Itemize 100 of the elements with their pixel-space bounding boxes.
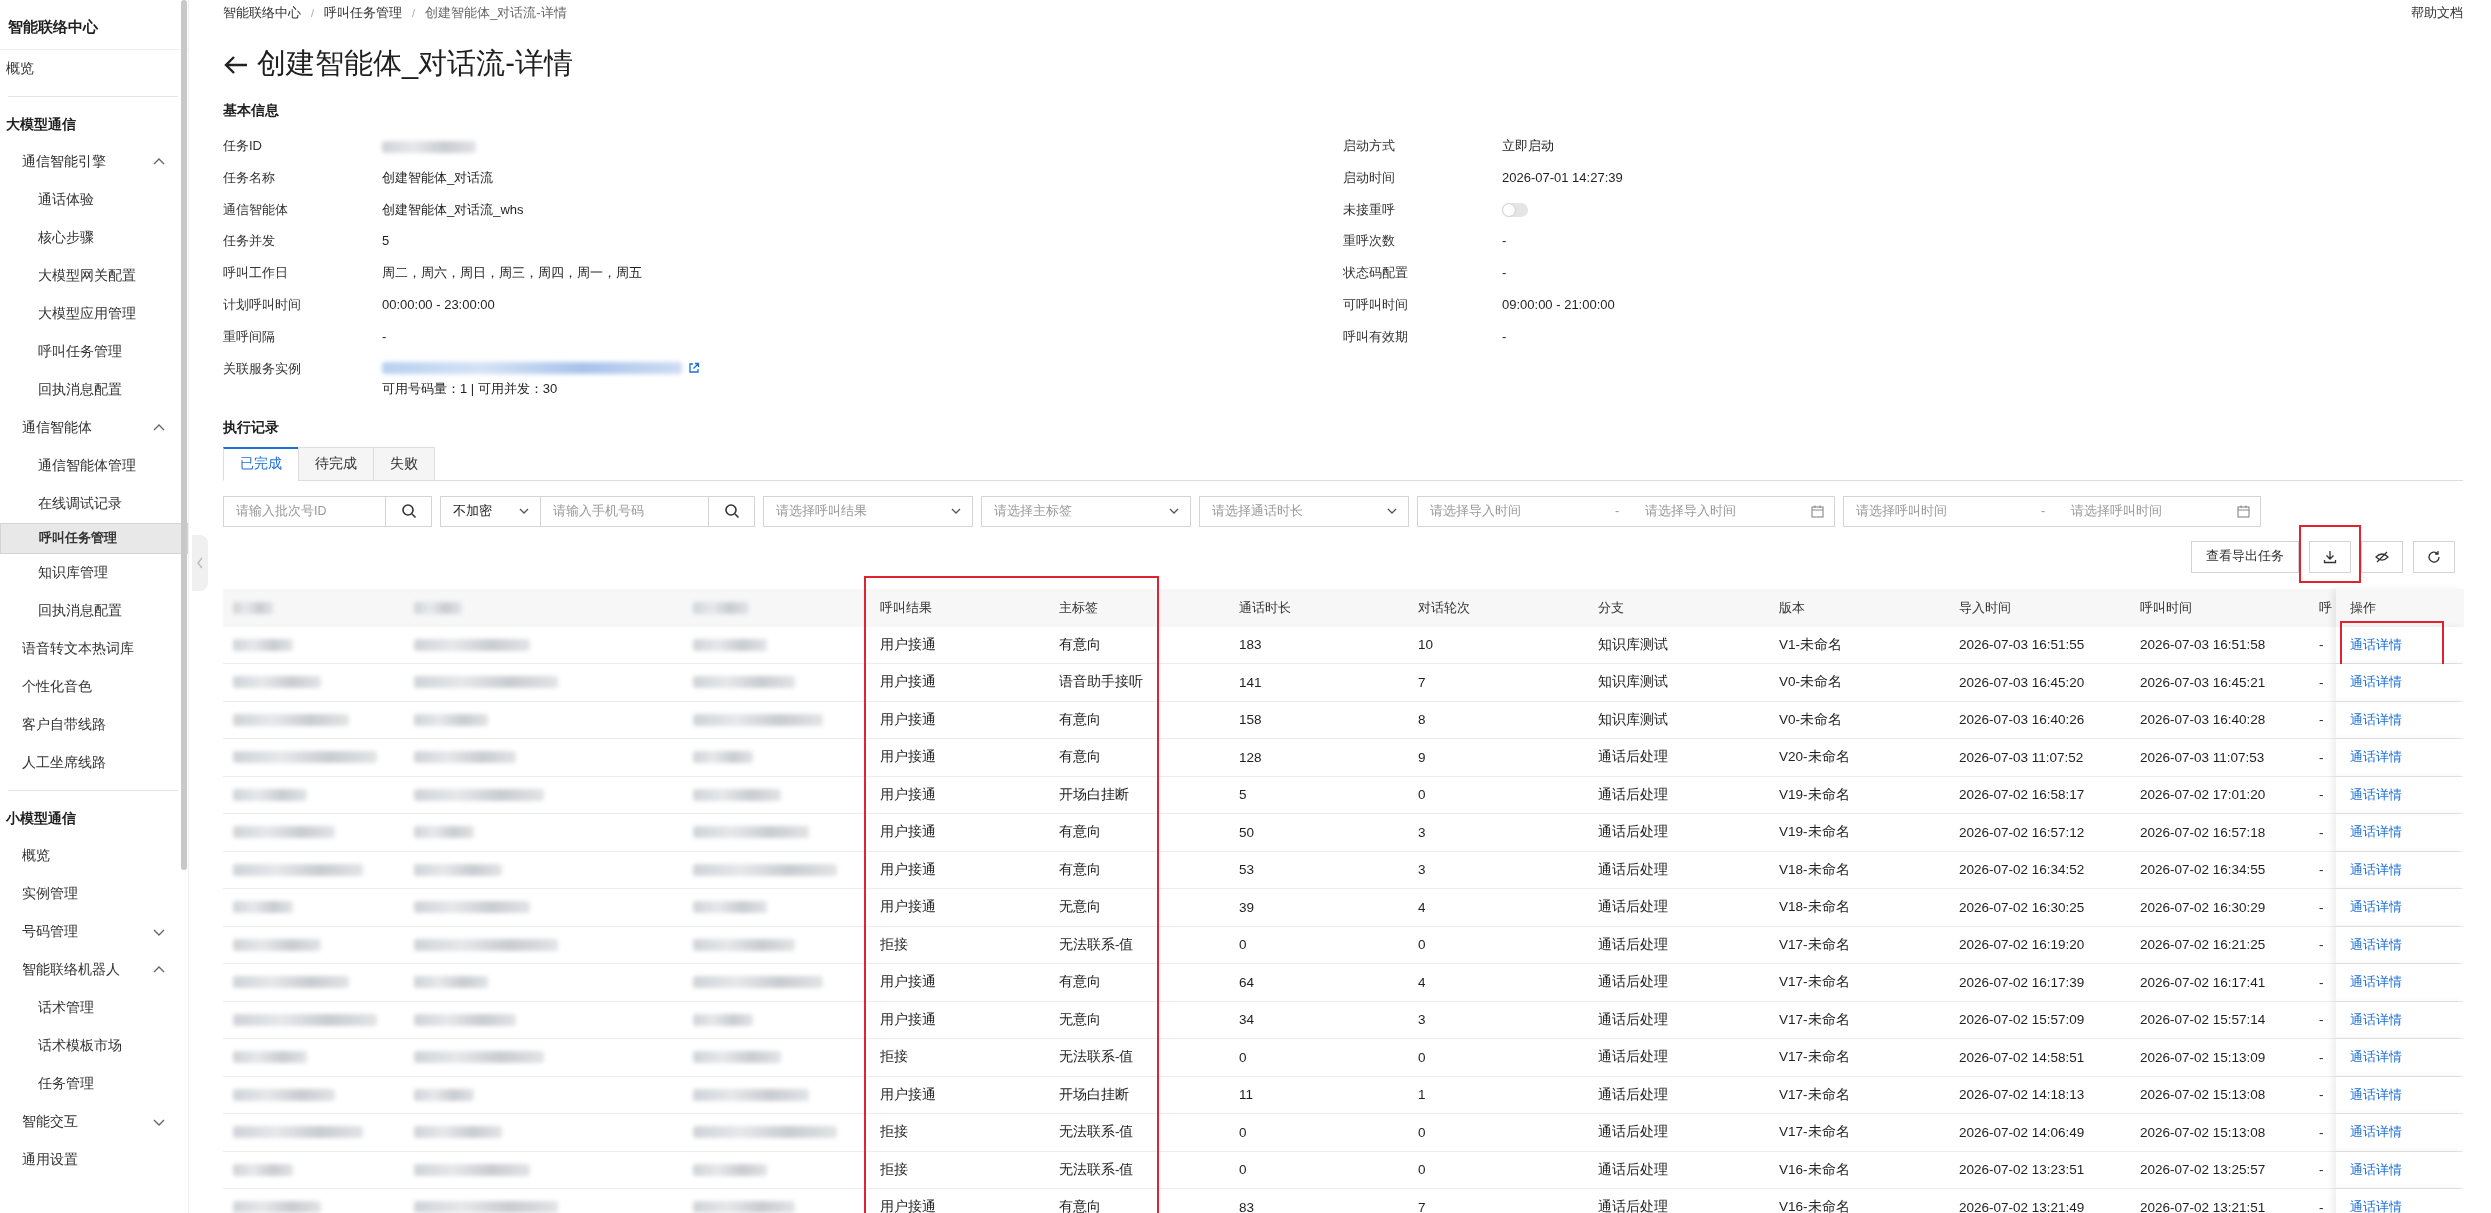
encryption-select[interactable]: 不加密 (440, 495, 541, 527)
table-cell: V20-未命名 (1779, 748, 1850, 767)
call-details-link[interactable]: 通话详情 (2350, 823, 2402, 842)
search-button[interactable] (709, 495, 755, 527)
sidebar-item[interactable]: 呼叫任务管理 (0, 523, 188, 554)
refresh-button[interactable] (2413, 540, 2455, 573)
sidebar-item[interactable]: 通信智能引擎 (0, 143, 188, 181)
breadcrumb-item[interactable]: 智能联络中心 (223, 4, 301, 22)
table-cell: 2026-07-02 14:06:49 (1959, 1124, 2085, 1140)
sidebar-item[interactable]: 核心步骤 (0, 219, 188, 257)
info-value: 周二，周六，周日，周三，周四，周一，周五 (382, 265, 642, 281)
sidebar-item[interactable]: 大模型网关配置 (0, 257, 188, 295)
sidebar-item[interactable]: 语音转文本热词库 (0, 630, 188, 668)
sidebar-item[interactable]: 个性化音色 (0, 668, 188, 706)
sidebar-item[interactable]: 智能交互 (0, 1103, 188, 1141)
call-details-link[interactable]: 通话详情 (2350, 1010, 2402, 1029)
table-cell: V17-未命名 (1779, 1123, 1850, 1142)
call-details-link[interactable]: 通话详情 (2350, 748, 2402, 767)
sidebar-item[interactable]: 概览 (0, 837, 188, 875)
call-details-link[interactable]: 通话详情 (2350, 710, 2402, 729)
table-cell: 2026-07-02 15:57:09 (1959, 1012, 2085, 1028)
sidebar-item[interactable]: 号码管理 (0, 913, 188, 951)
info-label: 启动时间 (1343, 168, 1396, 187)
sidebar-item[interactable]: 大模型应用管理 (0, 295, 188, 333)
table-cell: 无意向 (1059, 1010, 1101, 1029)
info-label: 状态码配置 (1343, 264, 1409, 283)
sidebar-item[interactable]: 回执消息配置 (0, 371, 188, 409)
table-cell: 0 (1418, 1124, 1426, 1140)
call-details-link[interactable]: 通话详情 (2350, 935, 2402, 954)
table-cell: 2026-07-02 13:23:51 (1959, 1162, 2085, 1178)
call-details-link[interactable]: 通话详情 (2350, 635, 2402, 654)
hide-button[interactable] (2361, 540, 2403, 573)
sidebar-item[interactable]: 人工坐席线路 (0, 744, 188, 782)
call-details-link[interactable]: 通话详情 (2350, 785, 2402, 804)
table-cell: 用户接通 (880, 1198, 936, 1213)
export-tasks-button[interactable]: 查看导出任务 (2191, 540, 2299, 573)
column-header: 操作 (2350, 598, 2376, 617)
tab[interactable]: 待完成 (298, 446, 373, 481)
table-cell: 2026-07-03 16:45:21 (2140, 674, 2266, 690)
chevron-left-icon (196, 557, 204, 569)
table-cell: 2026-07-02 15:57:14 (2140, 1012, 2266, 1028)
info-value: - (1502, 233, 1507, 249)
table-cell: 用户接通 (880, 898, 936, 917)
tab[interactable]: 失败 (373, 446, 435, 481)
table-cell: V19-未命名 (1779, 785, 1850, 804)
collapse-handle[interactable] (192, 535, 208, 591)
call-details-link[interactable]: 通话详情 (2350, 1123, 2402, 1142)
table-cell: 34 (1239, 1012, 1255, 1028)
sidebar-item[interactable]: 话术管理 (0, 989, 188, 1027)
help-link[interactable]: 帮助文档 (2411, 4, 2463, 22)
table-cell: 通话后处理 (1598, 860, 1668, 879)
download-button[interactable] (2309, 540, 2351, 573)
sidebar-item[interactable]: 话术模板市场 (0, 1027, 188, 1065)
table-cell: 拒接 (880, 1160, 908, 1179)
call-details-link[interactable]: 通话详情 (2350, 1160, 2402, 1179)
call-details-link[interactable]: 通话详情 (2350, 860, 2402, 879)
sidebar-item[interactable]: 智能联络机器人 (0, 951, 188, 989)
batch-id-field[interactable]: 请输入批次号ID (223, 495, 386, 527)
sidebar-item[interactable]: 回执消息配置 (0, 592, 188, 630)
sidebar-item[interactable]: 在线调试记录 (0, 485, 188, 523)
back-arrow-icon[interactable] (223, 54, 249, 76)
sidebar-item[interactable]: 实例管理 (0, 875, 188, 913)
table-cell: 用户接通 (880, 785, 936, 804)
table-cell: 0 (1418, 787, 1426, 803)
sidebar-item[interactable]: 通信智能体 (0, 409, 188, 447)
sidebar-item[interactable]: 通用设置 (0, 1141, 188, 1179)
table-cell: V17-未命名 (1779, 935, 1850, 954)
call-details-link[interactable]: 通话详情 (2350, 1085, 2402, 1104)
call-details-link[interactable]: 通话详情 (2350, 898, 2402, 917)
sidebar-item[interactable]: 客户自带线路 (0, 706, 188, 744)
external-link-icon[interactable] (688, 361, 700, 374)
sidebar-item[interactable]: 概览 (0, 50, 188, 88)
call-details-link[interactable]: 通话详情 (2350, 1198, 2402, 1213)
sidebar-item[interactable]: 通信智能体管理 (0, 447, 188, 485)
blurred-text (233, 901, 293, 914)
phone-field[interactable]: 请输入手机号码 (541, 495, 709, 527)
sidebar-item[interactable]: 知识库管理 (0, 554, 188, 592)
search-button[interactable] (386, 495, 432, 527)
info-label: 任务ID (223, 137, 263, 155)
table-cell: 2026-07-02 13:25:57 (2140, 1162, 2266, 1178)
table-cell: V16-未命名 (1779, 1160, 1850, 1179)
call-details-link[interactable]: 通话详情 (2350, 973, 2402, 992)
table-cell: 2026-07-02 16:57:18 (2140, 824, 2266, 840)
table-cell: 0 (1239, 1162, 1247, 1178)
table-cell: 通话后处理 (1598, 823, 1668, 842)
table-cell: 有意向 (1059, 635, 1101, 654)
sidebar-heading: 小模型通信 (5, 809, 77, 828)
table-cell: 0 (1239, 1049, 1247, 1065)
call-details-link[interactable]: 通话详情 (2350, 673, 2402, 692)
table-cell: 7 (1418, 1199, 1426, 1213)
table-cell: 用户接通 (880, 635, 936, 654)
column-header: 主标签 (1059, 598, 1098, 617)
call-details-link[interactable]: 通话详情 (2350, 1048, 2402, 1067)
breadcrumb-item[interactable]: 呼叫任务管理 (324, 4, 403, 22)
table-cell: 有意向 (1059, 860, 1101, 879)
toggle-switch[interactable] (1502, 203, 1528, 218)
sidebar-item[interactable]: 任务管理 (0, 1065, 188, 1103)
sidebar-item[interactable]: 呼叫任务管理 (0, 333, 188, 371)
sidebar-item[interactable]: 通话体验 (0, 181, 188, 219)
tab[interactable]: 已完成 (223, 446, 298, 481)
